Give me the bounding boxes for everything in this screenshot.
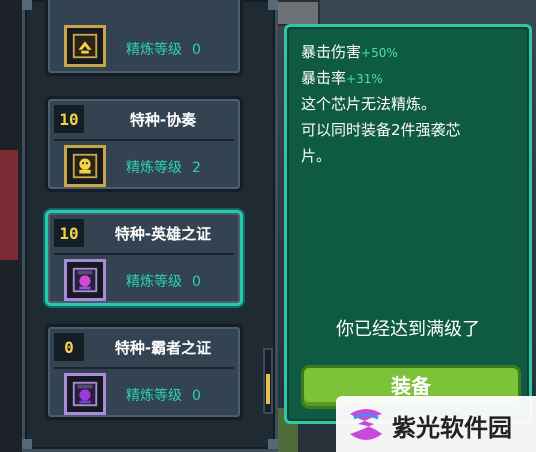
background-red-banner xyxy=(0,150,18,260)
scrollbar-thumb[interactable] xyxy=(266,374,270,404)
bird-chip-icon xyxy=(64,25,106,67)
chip-level-badge: 10 xyxy=(54,219,84,247)
panel-corner-decoration xyxy=(268,0,278,10)
crit-damage-label: 暴击伤害 xyxy=(301,43,362,61)
chip-level-badge: 0 xyxy=(54,333,84,361)
crit-damage-stat: 暴击伤害+50% xyxy=(301,41,398,62)
chip-card-concerto[interactable]: 10 特种-协奏 精炼等级 2 xyxy=(45,96,243,192)
crit-rate-bonus: +31% xyxy=(346,72,383,86)
chip-card-hero-proof[interactable]: 10 特种-英雄之证 精炼等级 0 xyxy=(45,210,243,306)
crit-damage-bonus: +50% xyxy=(361,46,398,60)
background-robot-sprite xyxy=(272,0,320,26)
chip-detail-panel: 暴击伤害+50% 暴击率+31% 这个芯片无法精炼。 可以同时装备2件强袭芯 片… xyxy=(284,24,532,424)
site-watermark: 紫光软件园 xyxy=(336,396,536,452)
panel-corner-decoration xyxy=(22,439,32,449)
chip-card-overlord-proof[interactable]: 0 特种-霸者之证 精炼等级 0 xyxy=(45,324,243,420)
chip-divider xyxy=(54,253,234,255)
watermark-logo-icon xyxy=(350,409,382,440)
equip-limit-text: 可以同时装备2件强袭芯 xyxy=(301,121,461,139)
max-level-message: 你已经达到满级了 xyxy=(336,319,480,340)
mask-chip-icon xyxy=(64,145,106,187)
refine-level-text: 精炼等级 2 xyxy=(126,160,201,176)
panel-corner-decoration xyxy=(22,0,32,10)
chip-name: 特种-霸者之证 xyxy=(114,339,212,357)
panel-corner-decoration xyxy=(268,439,278,449)
chip-divider xyxy=(54,367,234,369)
chip-list-panel: 精炼等级 0 10 特种-协奏 精炼等级 2 10 特种-英雄之证 精炼等级 0… xyxy=(22,0,278,452)
refine-level-text: 精炼等级 0 xyxy=(126,42,201,58)
watermark-text: 紫光软件园 xyxy=(392,414,512,442)
chip-list-scrollbar[interactable] xyxy=(263,348,273,414)
chip-card-bird[interactable]: 精炼等级 0 xyxy=(45,0,243,76)
chip-name: 特种-协奏 xyxy=(129,111,197,129)
chip-name: 特种-英雄之证 xyxy=(114,225,212,243)
chip-level-badge: 10 xyxy=(54,105,84,133)
refine-level-text: 精炼等级 0 xyxy=(126,274,201,290)
crit-rate-stat: 暴击率+31% xyxy=(301,67,383,88)
hero-chip-icon xyxy=(64,259,106,301)
refine-level-text: 精炼等级 0 xyxy=(126,388,201,404)
overlord-chip-icon xyxy=(64,373,106,415)
crit-rate-label: 暴击率 xyxy=(301,69,347,87)
chip-divider xyxy=(54,139,234,141)
equip-limit-text-cont: 片。 xyxy=(301,147,332,165)
cannot-refine-text: 这个芯片无法精炼。 xyxy=(301,95,437,113)
